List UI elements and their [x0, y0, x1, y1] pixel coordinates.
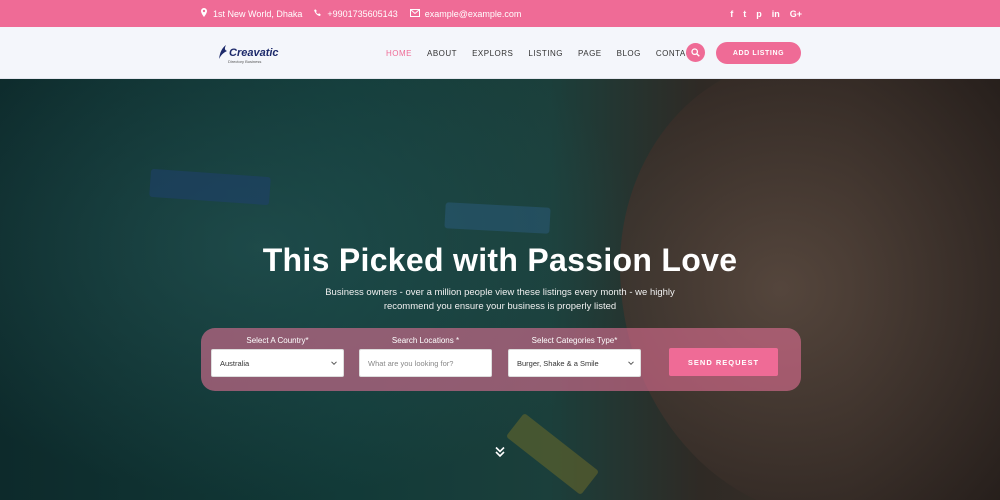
- category-value: Burger, Shake & a Smile: [517, 358, 599, 368]
- chevron-down-icon: [331, 361, 337, 366]
- location-search-input[interactable]: [368, 358, 483, 368]
- logo-tagline: Directory Business: [228, 59, 262, 64]
- logo-text: Creavatic: [229, 47, 279, 59]
- facebook-icon[interactable]: f: [730, 9, 733, 19]
- country-select[interactable]: Australia: [211, 349, 344, 377]
- menu-item-listing[interactable]: LISTING: [528, 49, 563, 58]
- add-listing-button[interactable]: ADD LISTING: [716, 42, 801, 64]
- hero-subtitle-line: Business owners - over a million people …: [325, 287, 675, 298]
- menu-item-home[interactable]: HOME: [386, 49, 412, 58]
- menu-item-page[interactable]: PAGE: [578, 49, 602, 58]
- envelope-icon: [409, 8, 420, 19]
- pinterest-icon[interactable]: p: [756, 9, 762, 19]
- search-panel: Select A Country* Australia Search Locat…: [201, 328, 801, 391]
- location-label: Search Locations *: [391, 336, 460, 345]
- send-request-button[interactable]: SEND REQUEST: [669, 348, 778, 376]
- country-field: Select A Country* Australia: [211, 336, 344, 377]
- hero-title: This Picked with Passion Love: [262, 242, 738, 278]
- hero-section: This Picked with Passion Love Business o…: [0, 79, 1000, 500]
- location-box: [359, 349, 492, 377]
- menu-item-about[interactable]: ABOUT: [427, 49, 457, 58]
- phone-item[interactable]: +9901735605143: [314, 8, 398, 19]
- top-info-bar: 1st New World, Dhaka +9901735605143 exam…: [0, 0, 1000, 27]
- site-logo[interactable]: Creavatic Directory Business: [219, 45, 279, 64]
- hero-subtitle-line: recommend you ensure your business is pr…: [383, 301, 617, 312]
- category-select[interactable]: Burger, Shake & a Smile: [508, 349, 641, 377]
- double-chevron-down-icon[interactable]: [493, 445, 507, 459]
- main-menu: HOME ABOUT EXPLORS LISTING PAGE BLOG CON…: [386, 27, 697, 79]
- twitter-icon[interactable]: t: [743, 9, 746, 19]
- email-text: example@example.com: [424, 8, 522, 19]
- main-navbar: Creavatic Directory Business HOME ABOUT …: [0, 27, 1000, 79]
- address-item: 1st New World, Dhaka: [200, 8, 302, 19]
- country-label: Select A Country*: [246, 336, 309, 345]
- menu-item-explors[interactable]: EXPLORS: [472, 49, 513, 58]
- search-button[interactable]: [686, 43, 705, 62]
- boat-image: [444, 202, 551, 234]
- phone-icon: [314, 8, 322, 19]
- phone-text: +9901735605143: [327, 8, 398, 19]
- map-pin-icon: [200, 8, 208, 19]
- address-text: 1st New World, Dhaka: [213, 8, 303, 19]
- logo-mark-icon: [219, 45, 227, 59]
- chevron-down-icon: [628, 361, 634, 366]
- email-item[interactable]: example@example.com: [409, 8, 522, 19]
- contact-info: 1st New World, Dhaka +9901735605143 exam…: [200, 0, 521, 27]
- category-field: Select Categories Type* Burger, Shake & …: [508, 336, 641, 377]
- category-label: Select Categories Type*: [531, 336, 618, 345]
- menu-item-blog[interactable]: BLOG: [617, 49, 641, 58]
- country-value: Australia: [220, 358, 250, 368]
- search-icon: [691, 48, 700, 57]
- hero-subtitle: Business owners - over a million people …: [300, 286, 700, 314]
- social-links: f t p in G+: [730, 0, 802, 27]
- linkedin-icon[interactable]: in: [772, 9, 780, 19]
- google-plus-icon[interactable]: G+: [790, 9, 802, 19]
- location-field: Search Locations *: [359, 336, 492, 377]
